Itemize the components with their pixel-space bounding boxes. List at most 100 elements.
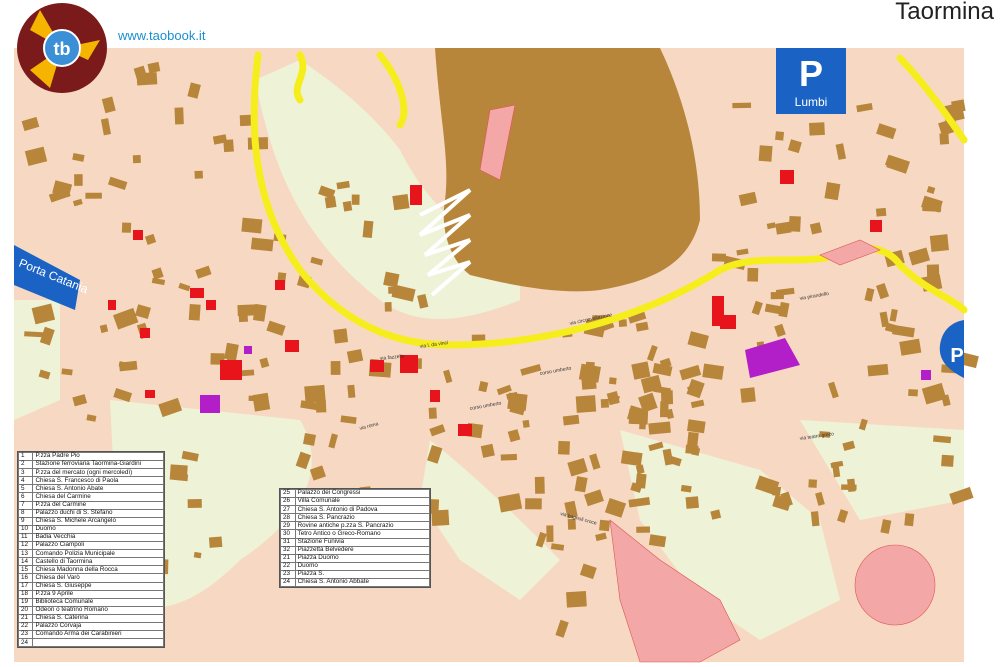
legend-number: 14 bbox=[17, 557, 34, 567]
legend-number: 10 bbox=[17, 524, 34, 534]
landmark-building[interactable] bbox=[206, 300, 216, 310]
building-block bbox=[775, 131, 785, 141]
legend-number: 17 bbox=[17, 581, 34, 591]
building-block bbox=[429, 499, 440, 515]
building-block bbox=[808, 479, 817, 488]
landmark-building[interactable] bbox=[430, 390, 440, 402]
legend-row: 6 Chiesa del Carmine bbox=[17, 492, 164, 502]
legend-number: 32 bbox=[280, 545, 296, 555]
building-block bbox=[631, 361, 651, 380]
building-block bbox=[711, 253, 726, 262]
legend-row: 32 Piazzetta Belvedere bbox=[280, 545, 431, 555]
legend-right: 25 Palazzo dei Congressi 26 Villa Comunale 2… bbox=[279, 488, 431, 589]
legend-text: Odeon o teatrino Romano bbox=[32, 605, 164, 615]
legend-number: 23 bbox=[280, 569, 296, 580]
building-block bbox=[565, 590, 587, 608]
map-viewport[interactable]: P Lumbi P Porta Catania via l. da vinci … bbox=[0, 0, 1000, 667]
landmark-building[interactable] bbox=[140, 328, 150, 338]
legend-row: 11 Badia Vecchia bbox=[17, 532, 164, 543]
legend-text: Chiesa del Varò bbox=[32, 573, 164, 583]
legend-number: 4 bbox=[17, 476, 34, 486]
parking-letter: P bbox=[799, 53, 823, 94]
landmark-building[interactable] bbox=[870, 220, 882, 232]
legend-text: Piazza Duomo bbox=[294, 553, 431, 563]
building-block bbox=[250, 237, 274, 252]
legend-number: 15 bbox=[17, 565, 34, 575]
building-block bbox=[610, 157, 629, 171]
landmark-building[interactable] bbox=[190, 288, 204, 298]
legend-row: 16 Chiesa del Varò bbox=[17, 573, 164, 583]
legend-row: 26 Villa Comunale bbox=[280, 497, 431, 507]
building-block bbox=[824, 181, 841, 201]
building-block bbox=[74, 174, 83, 186]
building-block bbox=[929, 234, 949, 252]
building-block bbox=[525, 498, 542, 510]
legend-text: Chiesa S. Antonio di Padova bbox=[294, 505, 431, 515]
building-block bbox=[85, 192, 102, 199]
building-block bbox=[208, 536, 223, 548]
legend-text: Chiesa S. Antonio Abbate bbox=[294, 578, 431, 588]
landmark-building[interactable] bbox=[108, 300, 116, 310]
building-block bbox=[702, 363, 724, 380]
building-block bbox=[562, 414, 580, 426]
building-block bbox=[347, 384, 356, 398]
legend-text: Villa Comunale bbox=[294, 497, 431, 507]
landmark-building[interactable] bbox=[133, 230, 143, 240]
legend-number: 16 bbox=[17, 573, 34, 583]
landmark-building[interactable] bbox=[285, 340, 299, 352]
legend-row: 19 Biblioteca Comunale bbox=[17, 597, 164, 607]
legend-number: 3 bbox=[17, 468, 34, 478]
landmark-building[interactable] bbox=[220, 360, 242, 380]
landmark-building[interactable] bbox=[410, 185, 422, 205]
landmark-building[interactable] bbox=[458, 424, 472, 436]
building-block bbox=[384, 302, 392, 312]
landmark-building[interactable] bbox=[145, 390, 155, 398]
building-block bbox=[428, 407, 437, 419]
building-block bbox=[810, 511, 820, 527]
taobook-logo[interactable]: tb bbox=[17, 3, 107, 93]
building-block bbox=[342, 200, 353, 212]
legend-table: 25 Palazzo dei Congressi 26 Villa Comunale 2… bbox=[280, 488, 431, 588]
building-block bbox=[747, 267, 759, 282]
legend-number: 30 bbox=[280, 529, 296, 539]
building-block bbox=[599, 519, 611, 532]
legend-number: 22 bbox=[17, 621, 34, 632]
legend-text: Chiesa S. Pancrazio bbox=[294, 513, 431, 523]
legend-text: Chiesa S. Francesco di Paola bbox=[32, 476, 164, 486]
legend-text: Chiesa S. Antonio Abate bbox=[32, 484, 164, 494]
website-url[interactable]: www.taobook.it bbox=[118, 28, 205, 43]
legend-text: Piazza S. bbox=[294, 569, 431, 580]
parking-lumbi[interactable]: P Lumbi bbox=[776, 48, 846, 114]
legend-number: 29 bbox=[280, 521, 296, 531]
legend-row: 29 Rovine antiche p.zza S. Pancrazio bbox=[280, 521, 431, 531]
legend-number: 1 bbox=[17, 451, 34, 462]
legend-text: Tetro Antico o Greco-Romano bbox=[294, 529, 431, 539]
building-block bbox=[626, 113, 638, 131]
legend-text: Comando Polizia Municipale bbox=[32, 549, 164, 559]
legend-row: 24 Chiesa S. Antonio Abbate bbox=[280, 578, 431, 588]
building-block bbox=[252, 392, 271, 412]
building-block bbox=[534, 476, 545, 494]
parking-name: Lumbi bbox=[795, 95, 828, 109]
building-block bbox=[238, 312, 249, 323]
building-block bbox=[330, 361, 341, 375]
building-block bbox=[740, 387, 756, 403]
building-block bbox=[685, 496, 700, 509]
landmark-building[interactable] bbox=[780, 170, 794, 184]
building-block bbox=[500, 453, 518, 461]
building-block bbox=[546, 525, 554, 542]
legend-number: 21 bbox=[17, 613, 34, 623]
landmark-building[interactable] bbox=[275, 280, 285, 290]
legend-row: 7 P.zza del Carmine bbox=[17, 500, 164, 510]
building-block bbox=[809, 122, 825, 136]
building-block bbox=[392, 193, 410, 211]
legend-text: P.zza del Carmine bbox=[32, 500, 164, 510]
building-block bbox=[685, 444, 699, 455]
building-block bbox=[624, 220, 633, 231]
legend-number: 22 bbox=[280, 561, 296, 571]
landmark-building[interactable] bbox=[720, 315, 736, 329]
building-block bbox=[770, 291, 784, 300]
building-block bbox=[648, 421, 671, 435]
building-block bbox=[388, 286, 396, 294]
legend-number: 7 bbox=[17, 500, 34, 510]
